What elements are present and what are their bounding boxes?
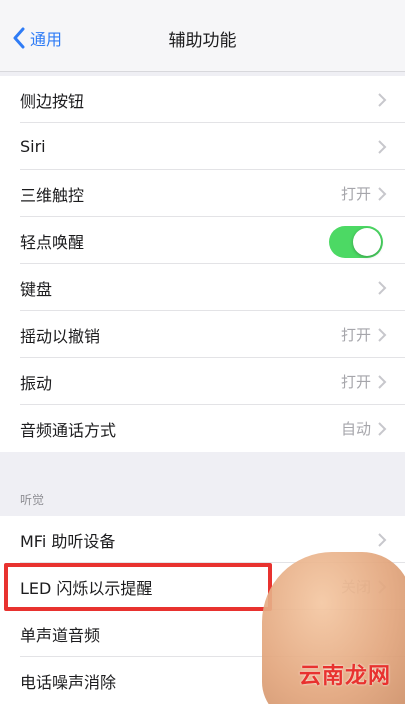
row-label: 单声道音频 <box>20 625 101 645</box>
row-side-button[interactable]: 侧边按钮 <box>0 76 405 123</box>
chevron-right-icon <box>378 328 387 342</box>
chevron-right-icon <box>378 93 387 107</box>
chevron-right-icon <box>378 281 387 295</box>
row-value: 打开 <box>340 373 371 391</box>
row-vibration[interactable]: 振动 打开 <box>0 358 405 405</box>
row-tap-to-wake: 轻点唤醒 <box>0 217 405 264</box>
chevron-right-icon <box>378 533 387 547</box>
toggle-knob <box>353 228 381 256</box>
row-keyboard[interactable]: 键盘 <box>0 264 405 311</box>
chevron-right-icon <box>378 375 387 389</box>
navigation-bar: 通用 辅助功能 <box>0 0 405 72</box>
row-value: 打开 <box>340 185 371 203</box>
watermark: 云南龙网 <box>298 664 391 689</box>
row-3d-touch[interactable]: 三维触控 打开 <box>0 170 405 217</box>
row-call-audio-routing[interactable]: 音频通话方式 自动 <box>0 405 405 452</box>
row-label: 键盘 <box>20 279 53 299</box>
row-shake-to-undo[interactable]: 摇动以撤销 打开 <box>0 311 405 358</box>
chevron-right-icon <box>378 187 387 201</box>
settings-group-general: 侧边按钮 Siri 三维触控 打开 轻点唤醒 键盘 摇动以撤销 打开 振动 打开… <box>0 76 405 452</box>
row-label: 轻点唤醒 <box>20 232 85 252</box>
section-header-hearing: 听觉 <box>20 493 45 507</box>
row-label: 振动 <box>20 373 53 393</box>
page-title: 辅助功能 <box>168 31 237 51</box>
row-label: 摇动以撤销 <box>20 326 101 346</box>
chevron-right-icon <box>378 140 387 154</box>
row-label: MFi 助听设备 <box>20 531 116 551</box>
row-value: 打开 <box>340 326 371 344</box>
row-label: 电话噪声消除 <box>20 672 117 692</box>
row-value: 自动 <box>340 420 371 438</box>
chevron-right-icon <box>378 422 387 436</box>
row-label: 音频通话方式 <box>20 420 117 440</box>
highlight-box <box>4 563 272 611</box>
row-label: Siri <box>20 137 46 156</box>
row-label: 三维触控 <box>20 185 85 205</box>
tap-to-wake-toggle[interactable] <box>329 226 383 258</box>
row-label: 侧边按钮 <box>20 91 85 111</box>
row-siri[interactable]: Siri <box>0 123 405 170</box>
